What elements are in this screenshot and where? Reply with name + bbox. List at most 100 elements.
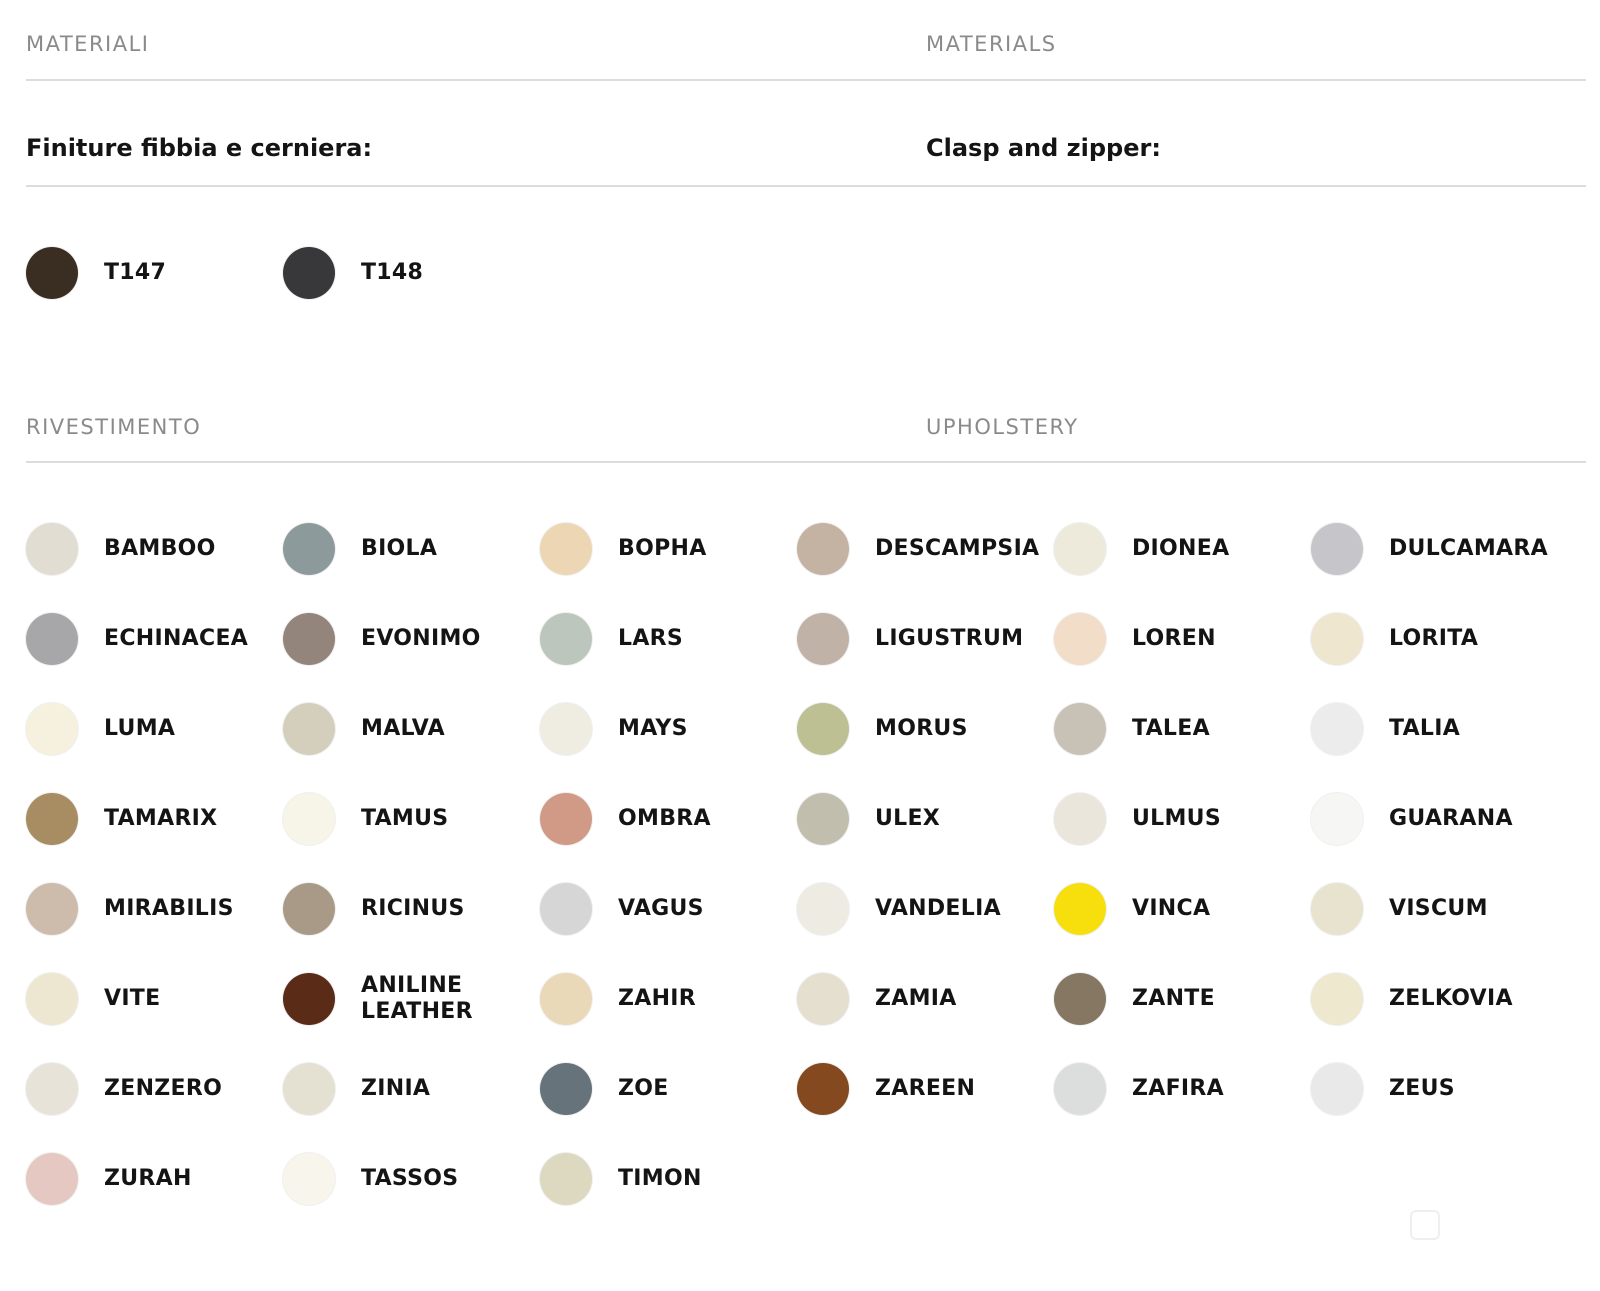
finish-swatch-t148[interactable]: T148: [283, 246, 423, 300]
color-swatch: [283, 1063, 335, 1115]
upholstery-swatch[interactable]: ANILINE LEATHER: [283, 972, 473, 1026]
upholstery-swatch[interactable]: LORITA: [1311, 612, 1478, 666]
color-swatch: [1054, 973, 1106, 1025]
upholstery-swatch[interactable]: EVONIMO: [283, 612, 481, 666]
swatch-label: BAMBOO: [104, 536, 216, 561]
upholstery-swatch[interactable]: VINCA: [1054, 882, 1210, 936]
upholstery-swatch[interactable]: LUMA: [26, 702, 175, 756]
upholstery-swatch[interactable]: RICINUS: [283, 882, 465, 936]
color-swatch: [26, 883, 78, 935]
color-swatch: [540, 523, 592, 575]
upholstery-swatch[interactable]: GUARANA: [1311, 792, 1513, 846]
finish-swatch-t147[interactable]: T147: [26, 246, 166, 300]
section-title-upholstery: UPHOLSTERY: [926, 415, 1079, 439]
color-swatch: [797, 883, 849, 935]
swatch-label: ZEUS: [1389, 1076, 1455, 1101]
upholstery-swatch[interactable]: ZINIA: [283, 1062, 430, 1116]
upholstery-swatch[interactable]: ZEUS: [1311, 1062, 1455, 1116]
upholstery-swatch[interactable]: MAYS: [540, 702, 688, 756]
swatch-label: ZAREEN: [875, 1076, 976, 1101]
upholstery-swatch[interactable]: DESCAMPSIA: [797, 522, 1039, 576]
color-swatch: [540, 703, 592, 755]
color-swatch: [1311, 883, 1363, 935]
swatch-label: LARS: [618, 626, 684, 651]
upholstery-swatch[interactable]: MIRABILIS: [26, 882, 234, 936]
swatch-label: LIGUSTRUM: [875, 626, 1024, 651]
swatch-label: ZURAH: [104, 1166, 192, 1191]
upholstery-swatch[interactable]: BAMBOO: [26, 522, 216, 576]
upholstery-swatch[interactable]: TAMARIX: [26, 792, 217, 846]
color-swatch: [1311, 973, 1363, 1025]
color-swatch: [540, 1063, 592, 1115]
color-swatch: [283, 247, 335, 299]
upholstery-swatch[interactable]: DIONEA: [1054, 522, 1229, 576]
swatch-label: TASSOS: [361, 1166, 459, 1191]
upholstery-swatch[interactable]: OMBRA: [540, 792, 711, 846]
color-swatch: [1054, 523, 1106, 575]
color-swatch: [1054, 613, 1106, 665]
swatch-label: BIOLA: [361, 536, 438, 561]
upholstery-swatch[interactable]: BOPHA: [540, 522, 707, 576]
swatch-label: BOPHA: [618, 536, 707, 561]
upholstery-swatch[interactable]: ZAFIRA: [1054, 1062, 1224, 1116]
color-swatch: [283, 973, 335, 1025]
upholstery-swatch[interactable]: VITE: [26, 972, 160, 1026]
swatch-label: ZINIA: [361, 1076, 431, 1101]
color-swatch: [797, 613, 849, 665]
color-swatch: [1054, 793, 1106, 845]
swatch-label: TALIA: [1389, 716, 1461, 741]
swatch-label: VINCA: [1132, 896, 1211, 921]
color-swatch: [283, 883, 335, 935]
color-swatch: [26, 247, 78, 299]
swatch-label: OMBRA: [618, 806, 711, 831]
upholstery-swatch[interactable]: ULEX: [797, 792, 940, 846]
color-swatch: [540, 613, 592, 665]
color-swatch: [1311, 703, 1363, 755]
color-swatch: [797, 1063, 849, 1115]
upholstery-swatch[interactable]: ZAREEN: [797, 1062, 975, 1116]
swatch-label: ZANTE: [1132, 986, 1215, 1011]
swatch-label: VAGUS: [618, 896, 704, 921]
color-swatch: [540, 1153, 592, 1205]
color-swatch: [1311, 1063, 1363, 1115]
upholstery-swatch[interactable]: TALIA: [1311, 702, 1460, 756]
subtitle-clasp-it: Finiture fibbia e cerniera:: [26, 134, 373, 162]
divider: [26, 185, 1586, 187]
section-title-rivestimento: RIVESTIMENTO: [26, 415, 202, 439]
upholstery-swatch[interactable]: LIGUSTRUM: [797, 612, 1023, 666]
camera-icon: [1410, 1210, 1440, 1240]
upholstery-swatch[interactable]: TIMON: [540, 1152, 702, 1206]
upholstery-swatch[interactable]: ZANTE: [1054, 972, 1215, 1026]
color-swatch: [540, 973, 592, 1025]
upholstery-swatch[interactable]: TASSOS: [283, 1152, 458, 1206]
upholstery-swatch[interactable]: ZENZERO: [26, 1062, 222, 1116]
upholstery-swatch[interactable]: TALEA: [1054, 702, 1210, 756]
upholstery-swatch[interactable]: DULCAMARA: [1311, 522, 1548, 576]
swatch-label: ZAMIA: [875, 986, 957, 1011]
upholstery-swatch[interactable]: VANDELIA: [797, 882, 1001, 936]
upholstery-swatch[interactable]: MALVA: [283, 702, 445, 756]
upholstery-swatch[interactable]: LARS: [540, 612, 683, 666]
upholstery-swatch[interactable]: ZAMIA: [797, 972, 957, 1026]
upholstery-swatch[interactable]: ZURAH: [26, 1152, 192, 1206]
upholstery-swatch[interactable]: ZELKOVIA: [1311, 972, 1513, 1026]
upholstery-swatch[interactable]: ULMUS: [1054, 792, 1221, 846]
section-title-materials: MATERIALS: [926, 32, 1057, 56]
upholstery-swatch[interactable]: ZAHIR: [540, 972, 696, 1026]
swatch-label: MORUS: [875, 716, 968, 741]
upholstery-swatch[interactable]: BIOLA: [283, 522, 437, 576]
upholstery-swatch[interactable]: VISCUM: [1311, 882, 1488, 936]
swatch-label: ZENZERO: [104, 1076, 223, 1101]
upholstery-swatch[interactable]: ECHINACEA: [26, 612, 248, 666]
subtitle-clasp-en: Clasp and zipper:: [926, 134, 1161, 162]
upholstery-swatch[interactable]: VAGUS: [540, 882, 704, 936]
swatch-label: LUMA: [104, 716, 176, 741]
color-swatch: [797, 703, 849, 755]
upholstery-swatch[interactable]: TAMUS: [283, 792, 448, 846]
upholstery-swatch[interactable]: LOREN: [1054, 612, 1216, 666]
swatch-label: ANILINE LEATHER: [361, 973, 473, 1024]
swatch-label: VITE: [104, 986, 161, 1011]
upholstery-swatch[interactable]: ZOE: [540, 1062, 669, 1116]
swatch-label: ZELKOVIA: [1389, 986, 1513, 1011]
upholstery-swatch[interactable]: MORUS: [797, 702, 968, 756]
